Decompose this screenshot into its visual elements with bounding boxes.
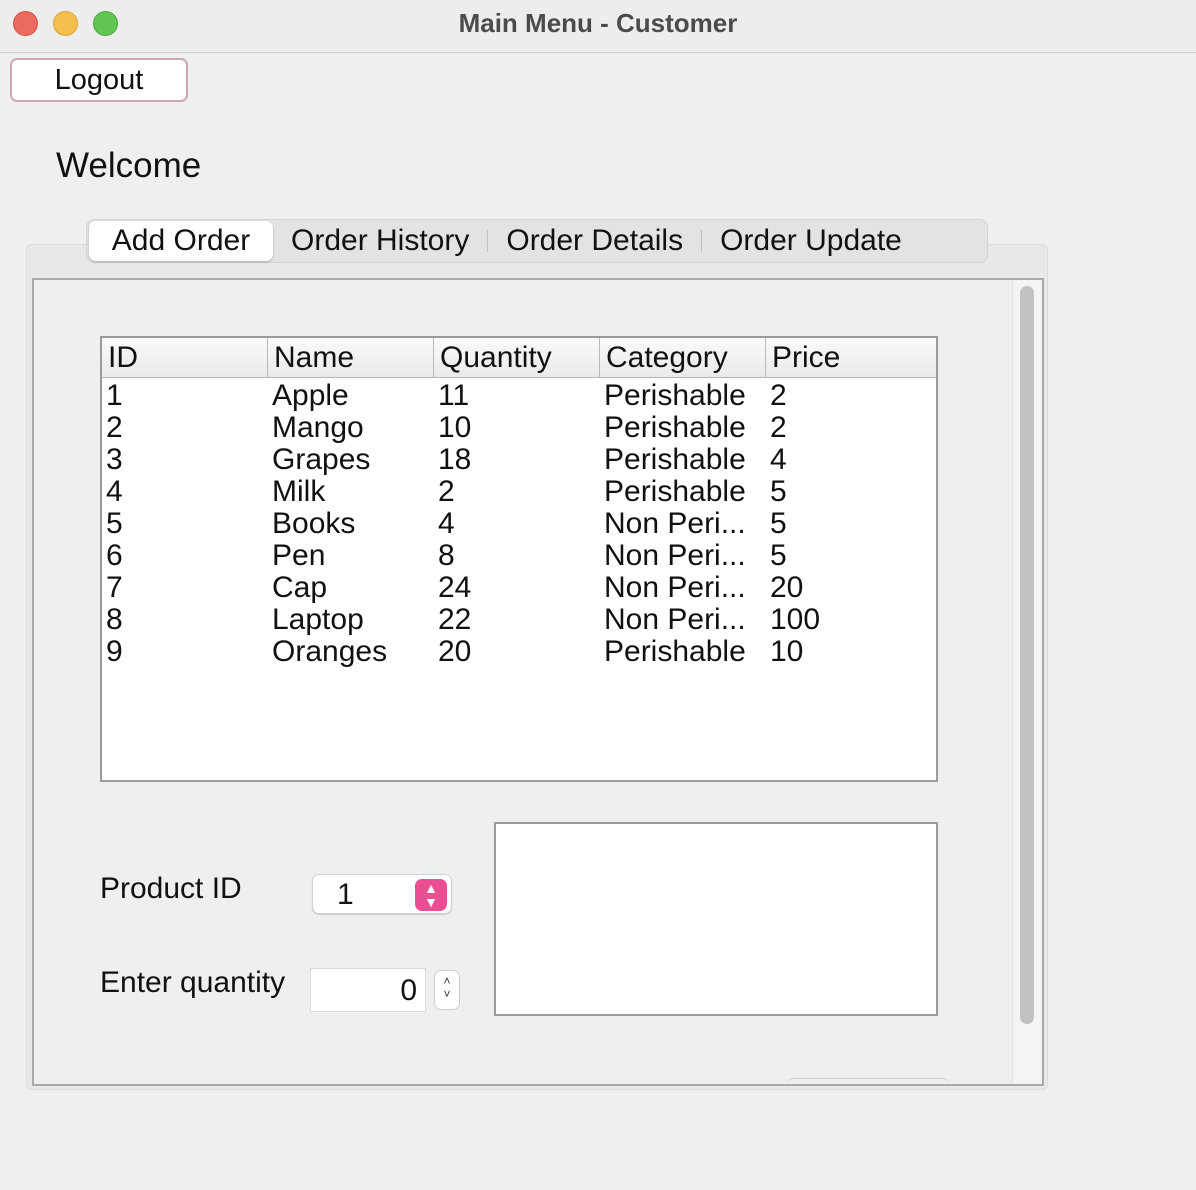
cell-id: 6 <box>106 540 123 572</box>
products-table[interactable]: ID Name Quantity Category Price 1 Apple 11… <box>100 336 938 782</box>
cell-name: Laptop <box>272 604 364 636</box>
cell-price: 5 <box>770 540 787 572</box>
tab-order-history[interactable]: Order History <box>273 221 487 261</box>
cell-category: Perishable <box>604 636 746 668</box>
cell-category: Perishable <box>604 476 746 508</box>
hidden-button-edge <box>786 1078 950 1084</box>
tab-bar: Add Order Order History Order Details Or… <box>86 219 988 263</box>
cell-id: 5 <box>106 508 123 540</box>
window-title: Main Menu - Customer <box>458 8 738 38</box>
cell-id: 2 <box>106 412 123 444</box>
cell-quantity: 11 <box>438 380 470 412</box>
cell-name: Pen <box>272 540 326 572</box>
table-row[interactable]: 7 Cap 24 Non Peri... 20 <box>102 572 936 604</box>
cell-price: 100 <box>770 604 821 636</box>
cell-price: 5 <box>770 508 787 540</box>
cell-name: Cap <box>272 572 328 604</box>
cell-category: Perishable <box>604 412 746 444</box>
column-header-category[interactable]: Category <box>600 338 766 378</box>
cell-quantity: 24 <box>438 572 472 604</box>
cell-price: 20 <box>770 572 804 604</box>
vertical-scrollbar[interactable] <box>1012 280 1042 1084</box>
table-row[interactable]: 5 Books 4 Non Peri... 5 <box>102 508 936 540</box>
cell-price: 5 <box>770 476 787 508</box>
chevron-updown-icon[interactable]: ▲ ▼ <box>415 879 447 911</box>
table-row[interactable]: 3 Grapes 18 Perishable 4 <box>102 444 936 476</box>
table-row[interactable]: 6 Pen 8 Non Peri... 5 <box>102 540 936 572</box>
cell-id: 4 <box>106 476 123 508</box>
cell-name: Books <box>272 508 356 540</box>
cell-category: Non Peri... <box>604 508 746 540</box>
cell-quantity: 8 <box>438 540 455 572</box>
window-titlebar: Main Menu - Customer <box>0 0 1196 53</box>
chevron-up-icon[interactable]: ˄ <box>443 974 450 988</box>
column-header-name[interactable]: Name <box>268 338 434 378</box>
cell-quantity: 10 <box>438 412 472 444</box>
product-id-select[interactable]: 1 ▲ ▼ <box>312 874 452 914</box>
cell-quantity: 18 <box>438 444 472 476</box>
table-row[interactable]: 8 Laptop 22 Non Peri... 100 <box>102 604 936 636</box>
cell-quantity: 4 <box>438 508 455 540</box>
cell-category: Perishable <box>604 380 746 412</box>
logout-button[interactable]: Logout <box>10 58 188 102</box>
scrollbar-thumb[interactable] <box>1020 286 1034 1024</box>
cell-id: 9 <box>106 636 123 668</box>
cell-id: 3 <box>106 444 123 476</box>
cell-quantity: 2 <box>438 476 455 508</box>
quantity-stepper[interactable]: ˄ ˅ <box>434 970 460 1010</box>
order-details-textarea[interactable] <box>494 822 938 1016</box>
cell-name: Oranges <box>272 636 388 668</box>
quantity-input[interactable]: 0 <box>310 968 426 1012</box>
tab-order-update[interactable]: Order Update <box>702 221 920 261</box>
cell-price: 10 <box>770 636 804 668</box>
add-order-panel: ID Name Quantity Category Price 1 Apple 11… <box>32 278 1044 1086</box>
tab-order-details[interactable]: Order Details <box>488 221 701 261</box>
table-row[interactable]: 9 Oranges 20 Perishable 10 <box>102 636 936 668</box>
column-header-id[interactable]: ID <box>102 338 268 378</box>
cell-category: Perishable <box>604 444 746 476</box>
cell-price: 2 <box>770 412 787 444</box>
main-content: Logout Welcome Add Order Order History O… <box>0 54 1196 1190</box>
column-header-quantity[interactable]: Quantity <box>434 338 600 378</box>
table-header: ID Name Quantity Category Price <box>102 338 936 378</box>
cell-name: Milk <box>272 476 326 508</box>
cell-id: 1 <box>106 380 123 412</box>
table-row[interactable]: 2 Mango 10 Perishable 2 <box>102 412 936 444</box>
product-id-label: Product ID <box>100 872 242 905</box>
cell-id: 7 <box>106 572 123 604</box>
cell-price: 4 <box>770 444 787 476</box>
cell-name: Apple <box>272 380 349 412</box>
cell-name: Mango <box>272 412 364 444</box>
cell-id: 8 <box>106 604 123 636</box>
product-id-value: 1 <box>337 878 354 911</box>
welcome-label: Welcome <box>56 146 202 185</box>
table-row[interactable]: 4 Milk 2 Perishable 5 <box>102 476 936 508</box>
tab-add-order[interactable]: Add Order <box>89 221 273 261</box>
cell-price: 2 <box>770 380 787 412</box>
quantity-value: 0 <box>400 974 417 1007</box>
table-body: 1 Apple 11 Perishable 2 2 Mango 10 Perishable 2 … <box>102 380 936 668</box>
cell-category: Non Peri... <box>604 572 746 604</box>
chevron-down-icon[interactable]: ˅ <box>443 987 450 1001</box>
table-row[interactable]: 1 Apple 11 Perishable 2 <box>102 380 936 412</box>
cell-category: Non Peri... <box>604 540 746 572</box>
column-header-price[interactable]: Price <box>766 338 932 378</box>
cell-category: Non Peri... <box>604 604 746 636</box>
cell-quantity: 20 <box>438 636 472 668</box>
cell-quantity: 22 <box>438 604 472 636</box>
cell-name: Grapes <box>272 444 371 476</box>
quantity-label: Enter quantity <box>100 966 286 999</box>
